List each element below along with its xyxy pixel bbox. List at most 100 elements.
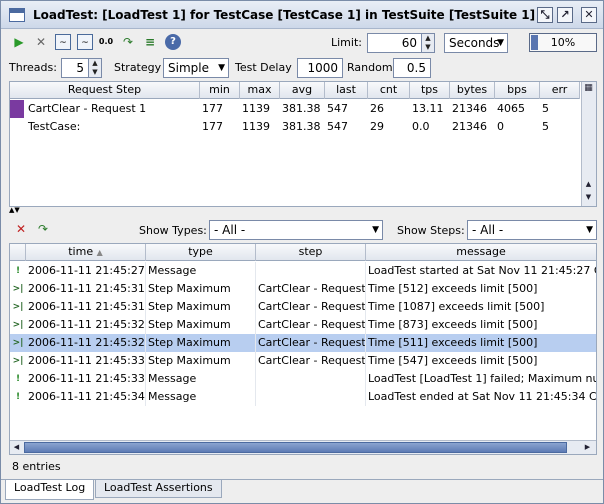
tab-loadtest-log[interactable]: LoadTest Log [5,480,95,500]
table-cell: 13.11 [412,102,444,115]
table-row[interactable]: TestCase: 177 1139 381.38 547 29 0.0 213… [10,118,580,136]
export-log-icon[interactable]: ↷ [35,221,51,237]
show-types-select[interactable]: - All - ▼ [209,220,383,240]
show-steps-value: - All - [472,223,504,237]
chart-icon[interactable]: ~ [55,34,71,50]
column-header[interactable]: time ▲ [26,244,146,261]
export-icon[interactable]: ↷ [120,34,136,50]
message-icon: ! [15,374,21,384]
help-icon[interactable]: ? [165,34,181,50]
window-title: LoadTest: [LoadTest 1] for TestCase [Tes… [33,8,536,22]
limit-input[interactable]: 60 [367,33,422,53]
column-header[interactable]: bps [495,82,540,99]
column-header[interactable]: tps [410,82,450,99]
test-delay-input[interactable]: 1000 [297,58,343,78]
log-cell-step: CartClear - Request 1 [256,298,366,316]
column-header[interactable]: cnt [368,82,410,99]
strategy-select[interactable]: Simple ▼ [163,58,229,78]
column-header[interactable]: min [200,82,240,99]
options-icon[interactable]: ≡ [142,34,158,50]
column-header[interactable]: Request Step [10,82,200,99]
scroll-right-icon[interactable]: ▶ [581,441,594,454]
scroll-left-icon[interactable]: ◀ [10,441,23,454]
scroll-down-icon[interactable]: ▼ [582,191,595,204]
log-cell-step: CartClear - Request 1 [256,316,366,334]
run-icon[interactable]: ▶ [11,34,27,50]
column-header[interactable] [10,244,26,261]
log-cell-time: 2006-11-11 21:45:32... [26,334,146,352]
column-header[interactable]: step [256,244,366,261]
threads-label: Threads: [9,61,57,74]
log-row[interactable]: ! 2006-11-11 21:45:34... Message LoadTest e… [10,388,596,406]
progress-bar: 10% [529,33,597,52]
cancel-icon[interactable]: ✕ [33,34,49,50]
random-input[interactable]: 0.5 [393,58,431,78]
threads-spinner[interactable]: ▲ ▼ [89,58,102,78]
table-cell: 29 [370,120,384,133]
clear-log-icon[interactable]: ✕ [13,221,29,237]
window-icon [9,8,25,22]
show-types-value: - All - [214,223,246,237]
column-header[interactable]: type [146,244,256,261]
log-table: time ▲ type step message ! 2006-11-11 21:… [9,243,597,455]
log-horizontal-scrollbar[interactable]: ◀ ▶ [10,440,596,454]
maximize-button[interactable]: ↗ [557,7,573,23]
column-header[interactable]: avg [280,82,325,99]
log-cell-type: Message [146,370,256,388]
column-header[interactable]: max [240,82,280,99]
log-cell-type: Step Maximum [146,334,256,352]
limit-spinner[interactable]: ▲ ▼ [422,33,435,53]
message-icon: ! [15,392,21,402]
log-row[interactable]: >| 2006-11-11 21:45:32... Step Maximum Cart… [10,316,596,334]
tab-loadtest-assertions[interactable]: LoadTest Assertions [95,480,222,498]
toolbar: ▶ ✕ ~ ~ 0.0 ↷ ≡ ? Limit: 60 ▲ ▼ Seconds ▼ [1,30,603,55]
log-cell-message: LoadTest started at Sat Nov 11 21:45:27 … [368,264,596,277]
log-row[interactable]: >| 2006-11-11 21:45:31... Step Maximum Cart… [10,280,596,298]
log-cell-time: 2006-11-11 21:45:31... [26,298,146,316]
table-cell: 4065 [497,102,525,115]
detach-button[interactable]: ⤡ [537,7,553,23]
show-types-label: Show Types: [139,224,207,237]
statistics-icon[interactable]: ~ [77,34,93,50]
column-header[interactable]: bytes [450,82,495,99]
scroll-up-icon[interactable]: ▲ [582,178,595,191]
table-cell: TestCase: [28,120,81,133]
threads-input[interactable]: 5 [61,58,89,78]
log-cell-message: Time [547] exceeds limit [500] [368,354,538,367]
log-row[interactable]: ! 2006-11-11 21:45:33... Message LoadTest [… [10,370,596,388]
limit-unit-value: Seconds [449,36,500,50]
chevron-down-icon: ▼ [372,225,379,235]
column-header[interactable]: err [540,82,580,99]
step-maximum-icon: >| [12,356,24,366]
log-cell-type: Message [146,388,256,406]
table-cell: 1139 [242,102,270,115]
split-divider-arrows[interactable]: ▲▼ [9,206,20,214]
reset-icon[interactable]: 0.0 [98,34,114,50]
chevron-down-icon: ▼ [586,225,593,235]
column-chooser-icon[interactable]: ▦ [582,82,595,95]
log-row[interactable]: >| 2006-11-11 21:45:31... Step Maximum Cart… [10,298,596,316]
table-cell: 0 [497,120,504,133]
settings-row: Threads: 5 ▲ ▼ Strategy Simple ▼ Test Del… [1,56,603,80]
log-row[interactable]: >| 2006-11-11 21:45:32... Step Maximum Cart… [10,334,596,352]
column-header[interactable]: last [325,82,368,99]
log-cell-message: Time [512] exceeds limit [500] [368,282,538,295]
log-row[interactable]: >| 2006-11-11 21:45:33... Step Maximum Cart… [10,352,596,370]
log-cell-type: Step Maximum [146,298,256,316]
limit-unit-select[interactable]: Seconds ▼ [444,33,508,53]
log-row[interactable]: ! 2006-11-11 21:45:27... Message LoadTest s… [10,262,596,280]
close-button[interactable]: ✕ [581,7,597,23]
table-cell: 0.0 [412,120,430,133]
title-bar: LoadTest: [LoadTest 1] for TestCase [Tes… [1,1,603,29]
column-header[interactable]: message [366,244,596,261]
message-icon: ! [15,266,21,276]
scroll-thumb[interactable] [24,442,567,453]
statistics-vertical-scrollbar[interactable]: ▦ ▲ ▼ [581,82,596,206]
step-maximum-icon: >| [12,284,24,294]
column-header-label: time [68,245,94,258]
log-cell-message: LoadTest [LoadTest 1] failed; Maximum nu… [368,372,596,385]
show-steps-select[interactable]: - All - ▼ [467,220,597,240]
log-cell-time: 2006-11-11 21:45:33... [26,352,146,370]
log-cell-step [256,370,366,388]
table-row[interactable]: CartClear - Request 1 177 1139 381.38 54… [10,100,580,118]
